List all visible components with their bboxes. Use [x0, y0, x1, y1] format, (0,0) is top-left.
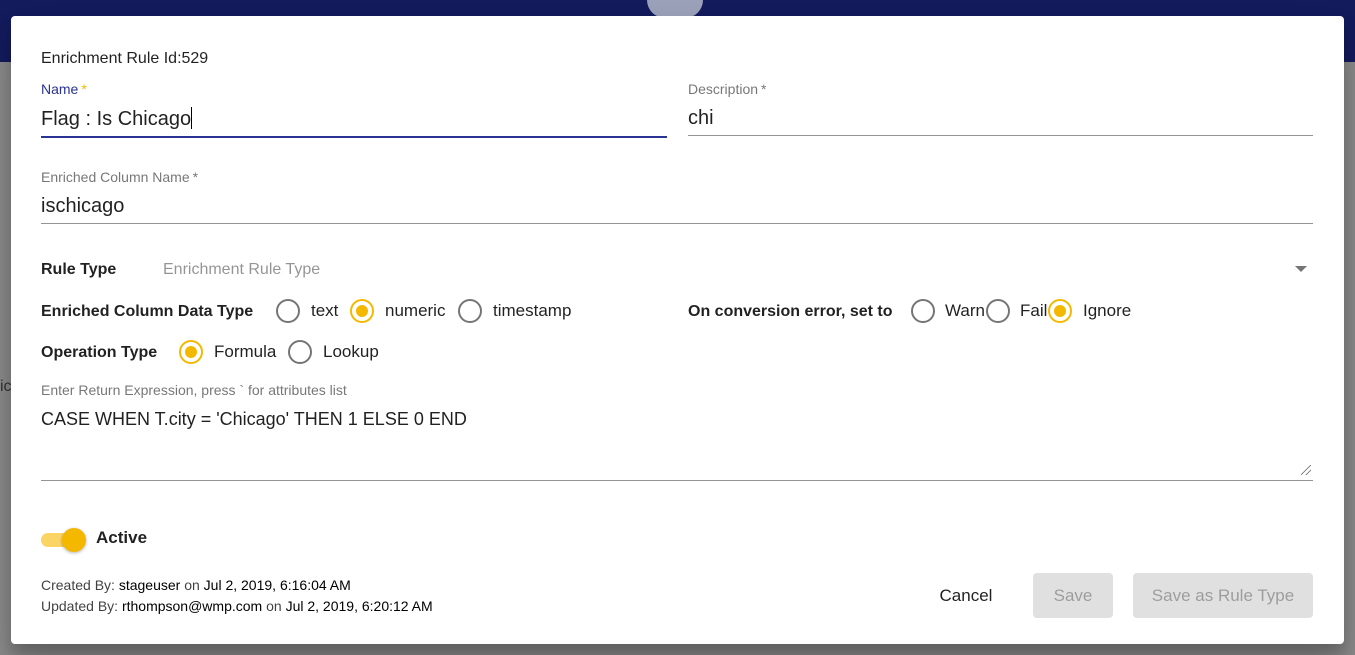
enrichment-rule-dialog: Enrichment Rule Id:529 Name * Flag : Is C… [11, 16, 1344, 644]
radio-label: Lookup [323, 342, 379, 361]
radio-timestamp[interactable]: timestamp [458, 299, 571, 323]
description-label: Description * [688, 81, 767, 97]
radio-ignore[interactable]: Ignore [1048, 299, 1131, 323]
radio-label: Warn [945, 301, 985, 320]
created-by-info: Created By: stageuser on Jul 2, 2019, 6:… [41, 577, 351, 593]
radio-label: text [311, 301, 339, 320]
name-field[interactable]: Name * Flag : Is Chicago [41, 81, 667, 138]
data-type-label: Enriched Column Data Type [41, 303, 254, 320]
updated-date: Jul 2, 2019, 6:20:12 AM [285, 598, 433, 614]
chevron-down-icon[interactable] [1295, 266, 1307, 272]
rule-id-label: Enrichment Rule Id:529 [41, 50, 209, 67]
radio-circle[interactable] [458, 299, 482, 323]
text-caret [191, 107, 193, 129]
name-input[interactable]: Flag : Is Chicago [41, 107, 193, 131]
description-field[interactable]: Description * chi [688, 81, 1313, 136]
name-underline [41, 136, 667, 138]
description-input[interactable]: chi [688, 107, 714, 130]
expression-textarea[interactable]: CASE WHEN T.city = 'Chicago' THEN 1 ELSE… [41, 409, 467, 430]
radio-circle[interactable] [276, 299, 300, 323]
save-button[interactable]: Save [1033, 573, 1113, 618]
operation-type-label: Operation Type [41, 344, 158, 361]
radio-fail[interactable]: Fail [986, 299, 1047, 323]
toggle-thumb[interactable] [62, 528, 86, 552]
radio-numeric[interactable]: numeric [350, 299, 445, 323]
description-underline [688, 135, 1313, 136]
radio-warn[interactable]: Warn [911, 299, 985, 323]
background-text: ic [0, 378, 12, 395]
column-name-label: Enriched Column Name * [41, 169, 199, 185]
radio-circle-checked[interactable] [1048, 299, 1072, 323]
radio-circle[interactable] [986, 299, 1010, 323]
radio-circle[interactable] [288, 340, 312, 364]
active-toggle[interactable] [41, 528, 87, 552]
column-name-underline [41, 223, 1313, 224]
column-name-field[interactable]: Enriched Column Name * ischicago [41, 169, 1313, 224]
updated-by-info: Updated By: rthompson@wmp.com on Jul 2, … [41, 598, 433, 614]
save-as-rule-type-button[interactable]: Save as Rule Type [1133, 573, 1313, 618]
created-user: stageuser [118, 577, 181, 593]
radio-circle[interactable] [911, 299, 935, 323]
column-name-input[interactable]: ischicago [41, 195, 124, 218]
radio-circle-checked[interactable] [179, 340, 203, 364]
rule-type-label: Rule Type [41, 261, 117, 278]
radio-label: Formula [214, 342, 277, 361]
radio-lookup[interactable]: Lookup [288, 340, 379, 364]
radio-text[interactable]: text [276, 299, 338, 323]
expression-underline [41, 480, 1313, 481]
expression-label: Enter Return Expression, press ` for att… [41, 382, 347, 398]
name-label: Name * [41, 81, 87, 97]
radio-label: timestamp [493, 301, 572, 320]
radio-formula[interactable]: Formula [179, 340, 276, 364]
active-label: Active [96, 528, 148, 547]
radio-circle-checked[interactable] [350, 299, 374, 323]
radio-label: numeric [385, 301, 446, 320]
conversion-error-label: On conversion error, set to [688, 303, 893, 320]
radio-label: Ignore [1083, 301, 1132, 320]
created-date: Jul 2, 2019, 6:16:04 AM [203, 577, 351, 593]
radio-label: Fail [1020, 301, 1048, 320]
resize-handle-icon[interactable] [1301, 465, 1311, 475]
cancel-button[interactable]: Cancel [924, 573, 1008, 618]
updated-user: rthompson@wmp.com [121, 598, 263, 614]
rule-type-select[interactable]: Enrichment Rule Type [163, 261, 320, 279]
